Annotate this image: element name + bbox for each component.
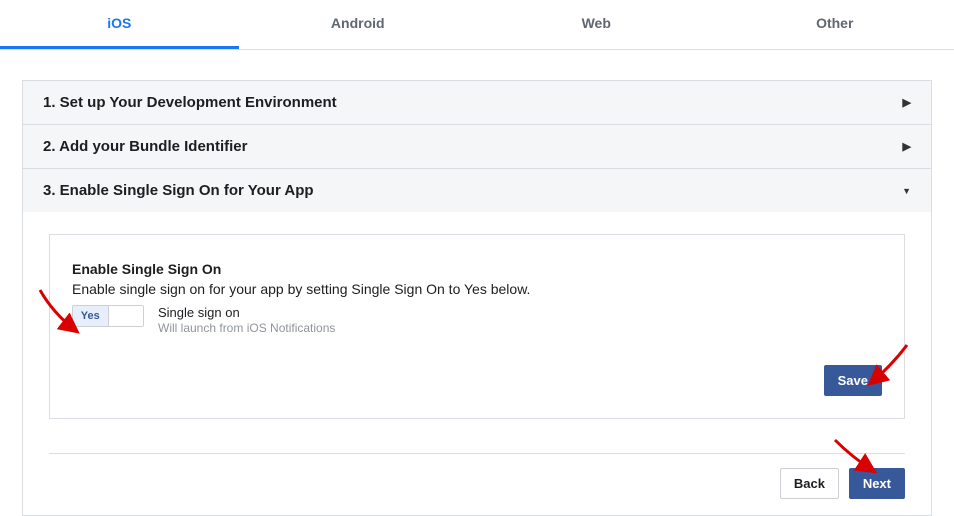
- chevron-right-icon: ▶: [903, 96, 911, 109]
- sso-toggle-labels: Single sign on Will launch from iOS Noti…: [158, 305, 335, 335]
- sso-card: Enable Single Sign On Enable single sign…: [49, 234, 905, 419]
- sso-toggle[interactable]: Yes: [72, 305, 144, 327]
- next-button[interactable]: Next: [849, 468, 905, 499]
- back-button[interactable]: Back: [780, 468, 839, 499]
- platform-tabs: iOS Android Web Other: [0, 0, 954, 50]
- accordion-step-2[interactable]: 2. Add your Bundle Identifier ▶: [22, 124, 932, 169]
- save-button[interactable]: Save: [824, 365, 882, 396]
- sso-toggle-caption: Will launch from iOS Notifications: [158, 321, 335, 335]
- accordion-step-1-label: 1. Set up Your Development Environment: [43, 94, 337, 111]
- accordion-step-3-label: 3. Enable Single Sign On for Your App: [43, 182, 314, 199]
- accordion-step-1[interactable]: 1. Set up Your Development Environment ▶: [22, 80, 932, 125]
- tab-other[interactable]: Other: [716, 0, 954, 49]
- tab-android[interactable]: Android: [239, 0, 478, 49]
- tab-ios[interactable]: iOS: [0, 0, 239, 49]
- save-row: Save: [72, 335, 882, 404]
- accordion-step-3-body: Enable Single Sign On Enable single sign…: [22, 212, 932, 516]
- sso-toggle-no: [109, 306, 144, 326]
- nav-row: Back Next: [49, 453, 905, 515]
- accordion-step-3[interactable]: 3. Enable Single Sign On for Your App ▼: [22, 168, 932, 213]
- sso-heading: Enable Single Sign On: [72, 261, 882, 277]
- sso-toggle-title: Single sign on: [158, 305, 335, 320]
- sso-toggle-yes: Yes: [73, 306, 109, 326]
- sso-description: Enable single sign on for your app by se…: [72, 281, 882, 297]
- content-area: 1. Set up Your Development Environment ▶…: [22, 50, 932, 516]
- tab-web[interactable]: Web: [477, 0, 716, 49]
- chevron-right-icon: ▶: [903, 140, 911, 153]
- accordion-step-2-label: 2. Add your Bundle Identifier: [43, 138, 247, 155]
- sso-toggle-row: Yes Single sign on Will launch from iOS …: [72, 305, 882, 335]
- chevron-down-icon: ▼: [902, 186, 911, 196]
